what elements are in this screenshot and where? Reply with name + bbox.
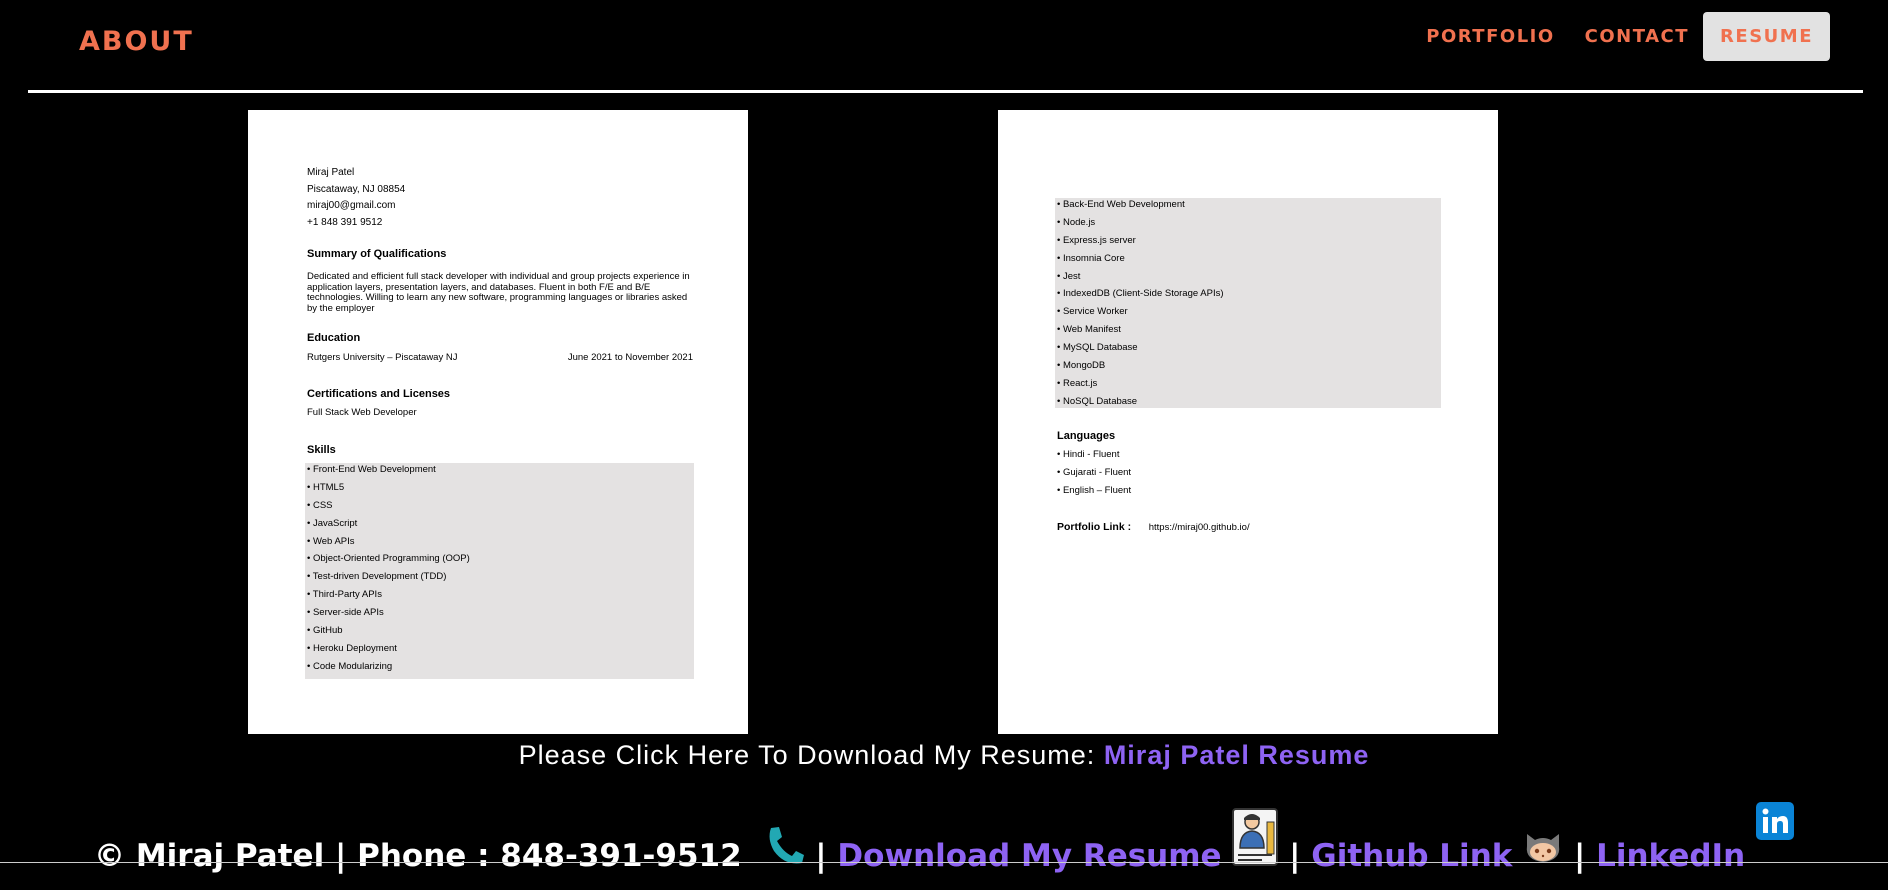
skill-item: • MySQL Database	[1057, 342, 1138, 354]
skill-item: • Back-End Web Development	[1057, 199, 1185, 210]
skills-list-backend: • Back-End Web Development • Node.js • E…	[1055, 198, 1441, 408]
footer-divider	[0, 862, 1888, 863]
resume-location: Piscataway, NJ 08854	[307, 183, 406, 195]
top-nav: ABOUT PORTFOLIO CONTACT RESUME	[0, 0, 1888, 93]
skill-item: • NoSQL Database	[1057, 395, 1138, 407]
language-item: • Hindi - Fluent	[1057, 449, 1120, 460]
footer-download-link[interactable]: Download My Resume	[837, 838, 1221, 874]
languages-list: • Hindi - Fluent • Gujarati - Fluent • E…	[1057, 449, 1131, 502]
education-row: Rutgers University – Piscataway NJ June …	[307, 352, 693, 363]
skill-item: • IndexedDB (Client-Side Storage APIs)	[1057, 288, 1224, 300]
portfolio-label: Portfolio Link :	[1057, 521, 1132, 533]
footer-separator: |	[815, 838, 827, 874]
contact-block: Miraj Patel Piscataway, NJ 08854 miraj00…	[307, 165, 405, 231]
skill-item: • Code Modularizing	[307, 660, 393, 672]
skill-item: • Object-Oriented Programming (OOP)	[307, 553, 470, 565]
resume-person-icon	[1232, 808, 1279, 874]
skill-item: • GitHub	[307, 625, 343, 637]
resume-phone: +1 848 391 9512	[307, 216, 383, 228]
skill-item: • JavaScript	[307, 517, 358, 529]
skill-item: • Node.js	[1057, 216, 1096, 228]
skill-item: • Heroku Deployment	[307, 642, 397, 654]
nav-links: PORTFOLIO CONTACT RESUME	[1396, 12, 1830, 61]
phone-icon	[765, 824, 805, 874]
portfolio-row: Portfolio Link : https://miraj00.github.…	[1057, 521, 1250, 533]
skill-item: • HTML5	[307, 481, 345, 493]
certification-item: Full Stack Web Developer	[307, 407, 417, 418]
nav-resume-button[interactable]: RESUME	[1703, 12, 1830, 61]
portfolio-url: https://miraj00.github.io/	[1148, 522, 1250, 533]
skill-item: • Front-End Web Development	[307, 464, 436, 475]
download-prompt-row: Please Click Here To Download My Resume:…	[0, 740, 1888, 771]
footer-separator: |	[1573, 838, 1586, 874]
languages-heading: Languages	[1057, 430, 1116, 442]
skill-item: • Insomnia Core	[1057, 252, 1125, 264]
skill-item: • Jest	[1057, 270, 1081, 282]
linkedin-icon	[1755, 802, 1794, 848]
skills-list-frontend: • Front-End Web Development • HTML5 • CS…	[305, 463, 694, 679]
skill-item: • MongoDB	[1057, 360, 1106, 372]
education-dates: June 2021 to November 2021	[567, 352, 693, 363]
skill-item: • Web APIs	[307, 535, 355, 547]
download-prompt: Please Click Here To Download My Resume:	[518, 740, 1096, 770]
summary-heading: Summary of Qualifications	[307, 248, 447, 260]
resume-name: Miraj Patel	[307, 167, 355, 178]
footer: © Miraj Patel | Phone : 848-391-9512 | D…	[0, 802, 1888, 874]
skill-item: • React.js	[1057, 377, 1098, 389]
education-heading: Education	[307, 332, 361, 344]
education-school: Rutgers University – Piscataway NJ	[307, 352, 458, 363]
resume-page-2: • Back-End Web Development • Node.js • E…	[998, 110, 1498, 734]
skill-item: • Third-Party APIs	[307, 589, 382, 601]
download-resume-link[interactable]: Miraj Patel Resume	[1104, 740, 1370, 770]
skill-item: • Server-side APIs	[307, 607, 384, 619]
footer-separator: |	[1289, 838, 1301, 874]
language-item: • Gujarati - Fluent	[1057, 466, 1132, 478]
skill-item: • Test-driven Development (TDD)	[307, 571, 447, 583]
resume-email: miraj00@gmail.com	[307, 200, 396, 211]
language-item: • English – Fluent	[1057, 484, 1132, 496]
github-octocat-icon	[1523, 828, 1563, 874]
resume-page-1: Miraj Patel Piscataway, NJ 08854 miraj00…	[248, 110, 748, 734]
footer-copyright: © Miraj Patel | Phone : 848-391-9512	[94, 838, 742, 874]
nav-contact-link[interactable]: CONTACT	[1585, 26, 1689, 47]
nav-divider	[28, 90, 1863, 93]
skill-item: • Express.js server	[1057, 234, 1136, 246]
nav-portfolio-link[interactable]: PORTFOLIO	[1426, 26, 1554, 47]
certifications-heading: Certifications and Licenses	[307, 388, 451, 400]
skills-heading: Skills	[307, 444, 336, 456]
footer-linkedin-link[interactable]: LinkedIn	[1596, 838, 1745, 874]
footer-github-link[interactable]: Github Link	[1311, 838, 1512, 874]
skill-item: • Service Worker	[1057, 306, 1128, 318]
skill-item: • Web Manifest	[1057, 324, 1121, 336]
nav-about-link[interactable]: ABOUT	[79, 26, 194, 57]
summary-text: Dedicated and efficient full stack devel…	[307, 271, 690, 314]
skill-item: • CSS	[307, 499, 333, 511]
